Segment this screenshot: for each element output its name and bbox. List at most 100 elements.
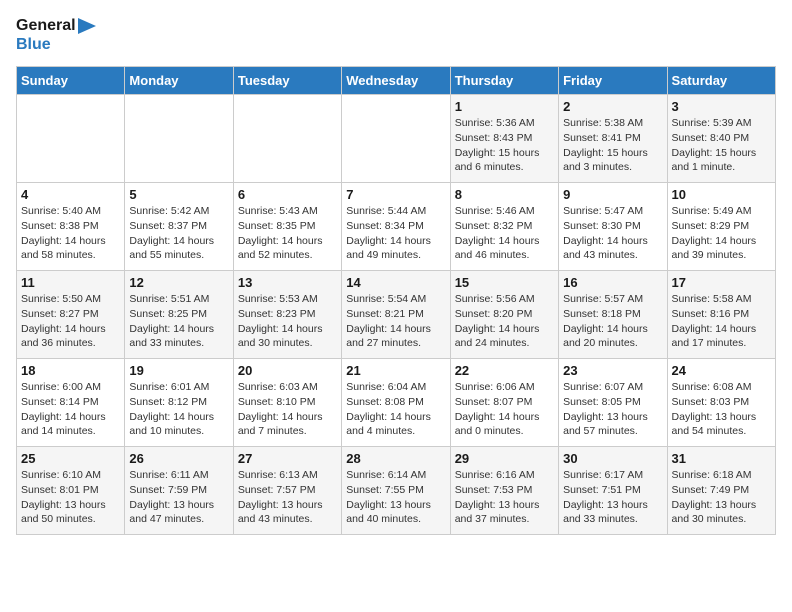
calendar-cell: 15 Sunrise: 5:56 AMSunset: 8:20 PMDayligh… [450, 271, 558, 359]
calendar-cell: 2 Sunrise: 5:38 AMSunset: 8:41 PMDaylight… [559, 95, 667, 183]
calendar-cell: 6 Sunrise: 5:43 AMSunset: 8:35 PMDaylight… [233, 183, 341, 271]
day-info: Sunrise: 5:47 AMSunset: 8:30 PMDaylight:… [563, 204, 662, 263]
calendar-cell: 8 Sunrise: 5:46 AMSunset: 8:32 PMDaylight… [450, 183, 558, 271]
calendar-week-1: 1 Sunrise: 5:36 AMSunset: 8:43 PMDaylight… [17, 95, 776, 183]
header-day-friday: Friday [559, 67, 667, 95]
day-info: Sunrise: 5:44 AMSunset: 8:34 PMDaylight:… [346, 204, 445, 263]
day-number: 29 [455, 451, 554, 466]
calendar-cell: 23Sunrise: 6:07 AMSunset: 8:05 PMDayligh… [559, 359, 667, 447]
calendar-cell: 28Sunrise: 6:14 AMSunset: 7:55 PMDayligh… [342, 447, 450, 535]
calendar-cell: 10Sunrise: 5:49 AMSunset: 8:29 PMDayligh… [667, 183, 775, 271]
day-info: Sunrise: 5:57 AMSunset: 8:18 PMDaylight:… [563, 292, 662, 351]
day-number: 30 [563, 451, 662, 466]
calendar-cell: 13Sunrise: 5:53 AMSunset: 8:23 PMDayligh… [233, 271, 341, 359]
day-number: 12 [129, 275, 228, 290]
page-header: General Blue [16, 16, 776, 54]
calendar-cell: 4Sunrise: 5:40 AMSunset: 8:38 PMDaylight… [17, 183, 125, 271]
day-number: 13 [238, 275, 337, 290]
day-info: Sunrise: 5:54 AMSunset: 8:21 PMDaylight:… [346, 292, 445, 351]
calendar-cell: 16 Sunrise: 5:57 AMSunset: 8:18 PMDayligh… [559, 271, 667, 359]
calendar-cell: 31 Sunrise: 6:18 AMSunset: 7:49 PMDayligh… [667, 447, 775, 535]
header-day-wednesday: Wednesday [342, 67, 450, 95]
logo: General Blue [16, 16, 96, 54]
day-info: Sunrise: 6:01 AMSunset: 8:12 PMDaylight:… [129, 380, 228, 439]
calendar-cell: 11 Sunrise: 5:50 AMSunset: 8:27 PMDayligh… [17, 271, 125, 359]
calendar-table: SundayMondayTuesdayWednesdayThursdayFrid… [16, 66, 776, 535]
day-number: 2 [563, 99, 662, 114]
day-number: 16 [563, 275, 662, 290]
day-number: 27 [238, 451, 337, 466]
calendar-cell: 19 Sunrise: 6:01 AMSunset: 8:12 PMDayligh… [125, 359, 233, 447]
day-number: 14 [346, 275, 445, 290]
calendar-week-3: 11 Sunrise: 5:50 AMSunset: 8:27 PMDayligh… [17, 271, 776, 359]
day-number: 26 [129, 451, 228, 466]
day-info: Sunrise: 6:14 AMSunset: 7:55 PMDaylight:… [346, 468, 445, 527]
day-info: Sunrise: 5:39 AMSunset: 8:40 PMDaylight:… [672, 116, 771, 175]
day-number: 19 [129, 363, 228, 378]
day-info: Sunrise: 5:51 AMSunset: 8:25 PMDaylight:… [129, 292, 228, 351]
day-info: Sunrise: 6:16 AMSunset: 7:53 PMDaylight:… [455, 468, 554, 527]
day-info: Sunrise: 5:50 AMSunset: 8:27 PMDaylight:… [21, 292, 120, 351]
day-number: 3 [672, 99, 771, 114]
header-row: SundayMondayTuesdayWednesdayThursdayFrid… [17, 67, 776, 95]
day-number: 4 [21, 187, 120, 202]
header-day-saturday: Saturday [667, 67, 775, 95]
calendar-cell: 12 Sunrise: 5:51 AMSunset: 8:25 PMDayligh… [125, 271, 233, 359]
day-number: 24 [672, 363, 771, 378]
day-info: Sunrise: 5:46 AMSunset: 8:32 PMDaylight:… [455, 204, 554, 263]
calendar-cell: 21 Sunrise: 6:04 AMSunset: 8:08 PMDayligh… [342, 359, 450, 447]
day-info: Sunrise: 6:03 AMSunset: 8:10 PMDaylight:… [238, 380, 337, 439]
day-info: Sunrise: 6:11 AMSunset: 7:59 PMDaylight:… [129, 468, 228, 527]
day-info: Sunrise: 6:18 AMSunset: 7:49 PMDaylight:… [672, 468, 771, 527]
calendar-cell [125, 95, 233, 183]
calendar-cell: 27 Sunrise: 6:13 AMSunset: 7:57 PMDayligh… [233, 447, 341, 535]
day-number: 8 [455, 187, 554, 202]
header-day-thursday: Thursday [450, 67, 558, 95]
day-number: 18 [21, 363, 120, 378]
calendar-cell: 25Sunrise: 6:10 AMSunset: 8:01 PMDayligh… [17, 447, 125, 535]
day-info: Sunrise: 6:00 AMSunset: 8:14 PMDaylight:… [21, 380, 120, 439]
day-info: Sunrise: 6:10 AMSunset: 8:01 PMDaylight:… [21, 468, 120, 527]
day-number: 9 [563, 187, 662, 202]
day-info: Sunrise: 5:36 AMSunset: 8:43 PMDaylight:… [455, 116, 554, 175]
day-info: Sunrise: 5:42 AMSunset: 8:37 PMDaylight:… [129, 204, 228, 263]
calendar-cell [17, 95, 125, 183]
calendar-cell: 18 Sunrise: 6:00 AMSunset: 8:14 PMDayligh… [17, 359, 125, 447]
calendar-body: 1 Sunrise: 5:36 AMSunset: 8:43 PMDaylight… [17, 95, 776, 535]
calendar-cell: 29 Sunrise: 6:16 AMSunset: 7:53 PMDayligh… [450, 447, 558, 535]
calendar-week-5: 25Sunrise: 6:10 AMSunset: 8:01 PMDayligh… [17, 447, 776, 535]
calendar-cell: 3 Sunrise: 5:39 AMSunset: 8:40 PMDaylight… [667, 95, 775, 183]
calendar-cell: 9 Sunrise: 5:47 AMSunset: 8:30 PMDaylight… [559, 183, 667, 271]
day-number: 6 [238, 187, 337, 202]
header-day-monday: Monday [125, 67, 233, 95]
day-info: Sunrise: 6:04 AMSunset: 8:08 PMDaylight:… [346, 380, 445, 439]
calendar-cell: 14 Sunrise: 5:54 AMSunset: 8:21 PMDayligh… [342, 271, 450, 359]
calendar-cell [233, 95, 341, 183]
day-number: 17 [672, 275, 771, 290]
day-number: 20 [238, 363, 337, 378]
day-number: 15 [455, 275, 554, 290]
day-info: Sunrise: 6:17 AMSunset: 7:51 PMDaylight:… [563, 468, 662, 527]
calendar-cell: 20 Sunrise: 6:03 AMSunset: 8:10 PMDayligh… [233, 359, 341, 447]
day-info: Sunrise: 5:49 AMSunset: 8:29 PMDaylight:… [672, 204, 771, 263]
header-day-tuesday: Tuesday [233, 67, 341, 95]
calendar-cell: 7 Sunrise: 5:44 AMSunset: 8:34 PMDaylight… [342, 183, 450, 271]
calendar-cell: 26 Sunrise: 6:11 AMSunset: 7:59 PMDayligh… [125, 447, 233, 535]
day-number: 1 [455, 99, 554, 114]
logo-text: General Blue [16, 16, 96, 54]
day-info: Sunrise: 5:43 AMSunset: 8:35 PMDaylight:… [238, 204, 337, 263]
day-number: 21 [346, 363, 445, 378]
day-number: 7 [346, 187, 445, 202]
calendar-cell: 17 Sunrise: 5:58 AMSunset: 8:16 PMDayligh… [667, 271, 775, 359]
day-number: 5 [129, 187, 228, 202]
calendar-week-2: 4Sunrise: 5:40 AMSunset: 8:38 PMDaylight… [17, 183, 776, 271]
day-number: 31 [672, 451, 771, 466]
calendar-cell: 5 Sunrise: 5:42 AMSunset: 8:37 PMDaylight… [125, 183, 233, 271]
day-info: Sunrise: 6:13 AMSunset: 7:57 PMDaylight:… [238, 468, 337, 527]
day-info: Sunrise: 5:38 AMSunset: 8:41 PMDaylight:… [563, 116, 662, 175]
day-info: Sunrise: 5:56 AMSunset: 8:20 PMDaylight:… [455, 292, 554, 351]
day-number: 11 [21, 275, 120, 290]
calendar-cell: 1 Sunrise: 5:36 AMSunset: 8:43 PMDaylight… [450, 95, 558, 183]
calendar-week-4: 18 Sunrise: 6:00 AMSunset: 8:14 PMDayligh… [17, 359, 776, 447]
day-info: Sunrise: 5:58 AMSunset: 8:16 PMDaylight:… [672, 292, 771, 351]
